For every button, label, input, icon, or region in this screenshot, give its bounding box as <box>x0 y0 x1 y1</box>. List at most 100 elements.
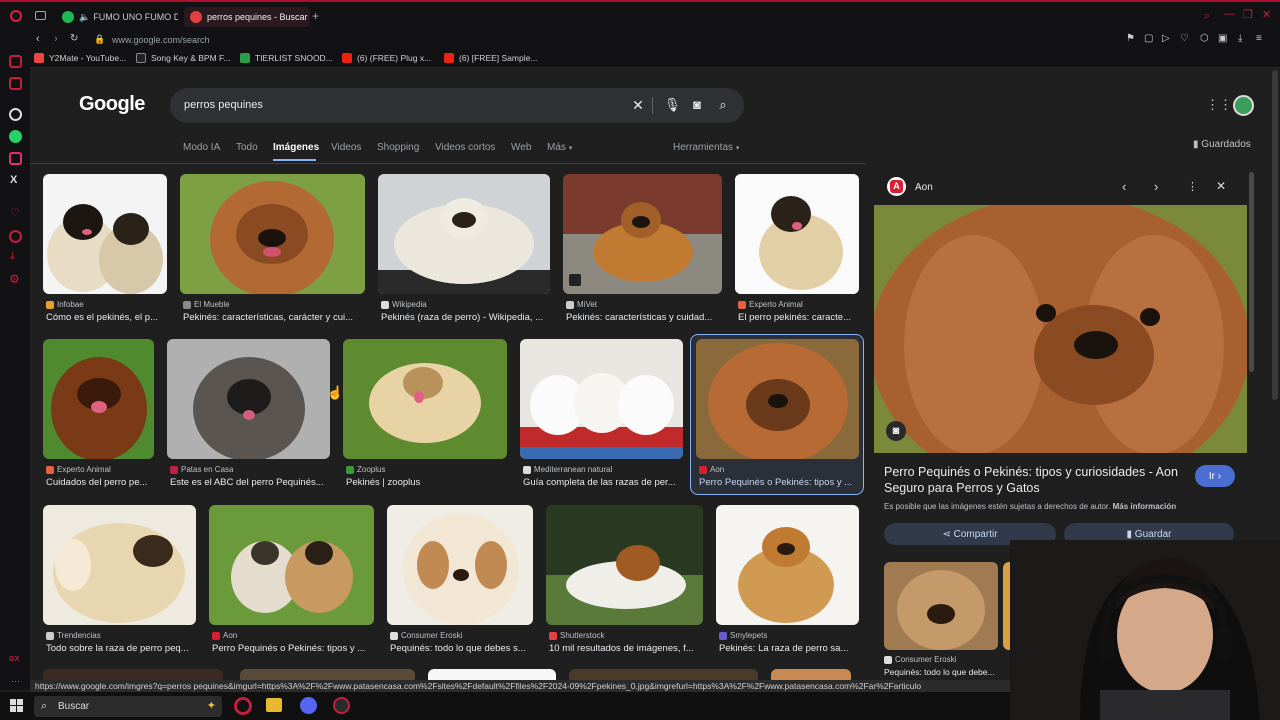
reload-icon[interactable]: ↻ <box>70 33 78 44</box>
result-source[interactable]: Trendencias <box>46 631 101 640</box>
panel-title[interactable]: Perro Pequinés o Pekinés: tipos y curios… <box>884 464 1184 496</box>
result-image[interactable] <box>735 174 859 294</box>
result-image[interactable] <box>343 339 507 459</box>
microphone-icon[interactable]: 🎙 <box>664 98 681 112</box>
wallet-icon[interactable]: ▣ <box>1218 33 1227 44</box>
result-caption[interactable]: El perro pekinés: caracte... <box>738 312 859 323</box>
bag-icon[interactable] <box>9 77 22 90</box>
result-image[interactable] <box>180 174 365 294</box>
instagram-icon[interactable] <box>9 152 22 165</box>
result-caption[interactable]: Pekinés: La raza de perro sa... <box>719 643 859 654</box>
forward-icon[interactable]: › <box>54 33 58 45</box>
source-logo[interactable]: A <box>887 177 906 196</box>
extensions-icon[interactable]: ⬡ <box>1200 33 1209 44</box>
result-source[interactable]: Patas en Casa <box>170 465 233 474</box>
result-image[interactable] <box>43 174 167 294</box>
close-icon[interactable]: ✕ <box>1262 8 1271 21</box>
tab-mas[interactable]: Más ▾ <box>547 142 572 153</box>
tab-imagenes[interactable]: Imágenes <box>273 142 319 153</box>
previous-icon[interactable]: ‹ <box>1122 179 1126 194</box>
obs-icon[interactable] <box>333 697 350 714</box>
windows-start-icon[interactable] <box>10 699 23 712</box>
result-caption[interactable]: 10 mil resultados de imágenes, f... <box>549 643 703 654</box>
result-source[interactable]: MiVet <box>566 300 597 309</box>
back-icon[interactable]: ‹ <box>36 33 40 45</box>
whatsapp-icon[interactable] <box>9 130 22 143</box>
page-scrollbar[interactable] <box>1272 70 1278 400</box>
search-box[interactable]: perros pequines ✕ 🎙 ◙ ⌕ <box>170 88 744 123</box>
apps-grid-icon[interactable]: ⋮⋮ <box>1206 98 1232 112</box>
taskbar-search[interactable]: ⌕ Buscar ✦ <box>34 696 222 717</box>
result-image[interactable] <box>520 339 683 459</box>
result-caption[interactable]: Pekinés (raza de perro) - Wikipedia, ... <box>381 312 549 323</box>
file-explorer-icon[interactable] <box>266 698 282 712</box>
result-source[interactable]: Smylepets <box>719 631 767 640</box>
download-icon[interactable]: ⤓ <box>1238 33 1242 44</box>
result-source[interactable]: Wikipedia <box>381 300 427 309</box>
result-caption[interactable]: Pekinés | zooplus <box>346 477 506 488</box>
result-image[interactable] <box>716 505 859 625</box>
lens-search-icon[interactable]: ◙ <box>886 421 906 441</box>
bookmark-item[interactable]: (6) (FREE) Plug x... <box>342 53 431 63</box>
history-icon[interactable] <box>9 230 22 243</box>
result-source[interactable]: Aon <box>212 631 237 640</box>
result-caption[interactable]: Cuidados del perro pe... <box>46 477 154 488</box>
result-source[interactable]: Experto Animal <box>738 300 803 309</box>
tab-todo[interactable]: Todo <box>236 142 258 153</box>
related-source[interactable]: Consumer Eroski <box>884 655 956 664</box>
result-image[interactable] <box>378 174 550 294</box>
related-caption[interactable]: Pequinés: todo lo que debe... <box>884 667 1002 677</box>
tab-shopping[interactable]: Shopping <box>377 142 419 153</box>
panel-source[interactable]: Aon <box>915 182 933 193</box>
result-source[interactable]: Experto Animal <box>46 465 111 474</box>
tab-music[interactable]: 🔈 FUMO UNO FUMO DO <box>56 7 178 27</box>
bookmark-item[interactable]: TIERLIST SNOOD... <box>240 53 333 63</box>
heart-icon[interactable]: ♡ <box>1180 33 1189 44</box>
result-source[interactable]: Consumer Eroski <box>390 631 462 640</box>
result-source[interactable]: El Mueble <box>183 300 230 309</box>
maximize-icon[interactable]: ❐ <box>1243 8 1253 21</box>
menu-icon[interactable]: ≡ <box>1256 33 1262 44</box>
close-panel-icon[interactable]: ✕ <box>1216 179 1226 193</box>
bookmark-item[interactable]: (6) [FREE] Sample... <box>444 53 537 63</box>
x-icon[interactable]: X <box>10 174 17 186</box>
heart-sidebar-icon[interactable]: ♡ <box>10 206 20 219</box>
saved-button[interactable]: ▮ Guardados <box>1193 139 1251 150</box>
more-vert-icon[interactable]: ⋮ <box>1187 180 1198 193</box>
tab-search[interactable]: perros pequines - Buscar <box>184 7 310 27</box>
result-source[interactable]: Shutterstock <box>549 631 604 640</box>
result-image[interactable] <box>428 669 556 680</box>
chatgpt-icon[interactable] <box>9 108 22 121</box>
tools-button[interactable]: Herramientas ▾ <box>673 142 739 153</box>
result-image[interactable] <box>209 505 374 625</box>
more-info-link[interactable]: Más información <box>1113 502 1177 511</box>
panel-image[interactable]: ◙ <box>874 205 1247 453</box>
opera-gx-taskbar-icon[interactable] <box>234 697 252 715</box>
aria-icon[interactable] <box>9 55 22 68</box>
result-source[interactable]: Zooplus <box>346 465 385 474</box>
visit-button[interactable]: Ir › <box>1195 465 1235 487</box>
tab-modo-ia[interactable]: Modo IA <box>183 142 220 153</box>
bookmark-item[interactable]: Song Key & BPM F... <box>136 53 230 63</box>
lens-icon[interactable]: ◙ <box>690 98 704 112</box>
result-caption[interactable]: Pequinés: todo lo que debes s... <box>390 643 533 654</box>
result-image[interactable] <box>563 174 722 294</box>
google-logo[interactable]: Google <box>79 93 145 116</box>
search-input[interactable]: perros pequines <box>184 99 263 111</box>
tab-overview-icon[interactable] <box>35 11 46 20</box>
snapshot-icon[interactable]: ▢ <box>1144 33 1153 44</box>
result-image[interactable] <box>546 505 703 625</box>
result-image[interactable] <box>43 669 223 680</box>
bookmark-icon[interactable]: ⚑ <box>1126 33 1135 44</box>
downloads-icon[interactable]: ⤓ <box>10 250 15 263</box>
result-image[interactable] <box>569 669 758 680</box>
result-caption[interactable]: Pekinés: características, carácter y cui… <box>183 312 365 323</box>
opera-logo-icon[interactable] <box>10 10 22 22</box>
result-image[interactable] <box>167 339 330 459</box>
new-tab-icon[interactable]: + <box>312 10 324 22</box>
discord-icon[interactable] <box>300 697 317 714</box>
result-caption[interactable]: Perro Pequinés o Pekinés: tipos y ... <box>699 477 859 488</box>
result-caption[interactable]: Este es el ABC del perro Pequinés... <box>170 477 330 488</box>
tab-videos-cortos[interactable]: Videos cortos <box>435 142 495 153</box>
result-source[interactable]: Infobae <box>46 300 84 309</box>
